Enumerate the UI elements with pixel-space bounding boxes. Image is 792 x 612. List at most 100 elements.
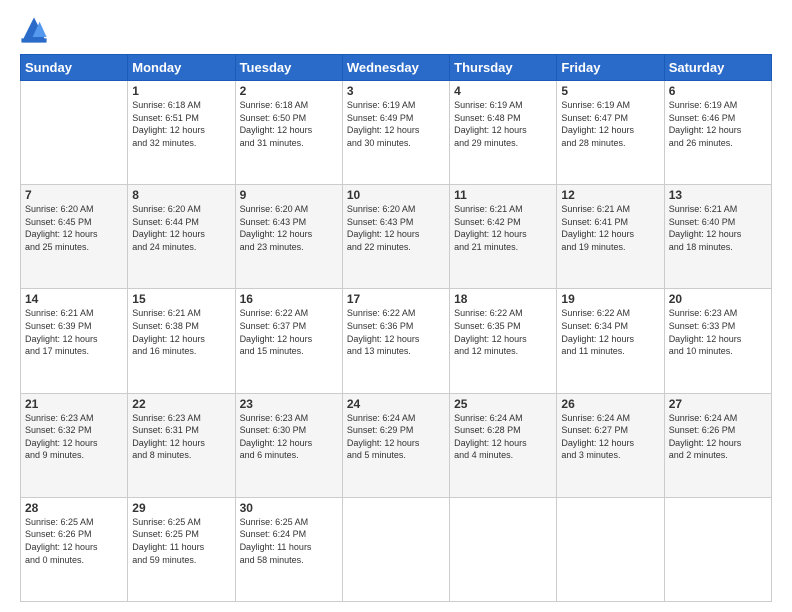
calendar-cell [21,81,128,185]
day-number: 1 [132,84,230,98]
day-info: Sunrise: 6:19 AM Sunset: 6:48 PM Dayligh… [454,99,552,149]
calendar-week-2: 7Sunrise: 6:20 AM Sunset: 6:45 PM Daylig… [21,185,772,289]
calendar-cell: 23Sunrise: 6:23 AM Sunset: 6:30 PM Dayli… [235,393,342,497]
calendar-cell: 21Sunrise: 6:23 AM Sunset: 6:32 PM Dayli… [21,393,128,497]
day-number: 8 [132,188,230,202]
calendar-cell: 12Sunrise: 6:21 AM Sunset: 6:41 PM Dayli… [557,185,664,289]
page: SundayMondayTuesdayWednesdayThursdayFrid… [0,0,792,612]
calendar-cell: 26Sunrise: 6:24 AM Sunset: 6:27 PM Dayli… [557,393,664,497]
calendar-week-1: 1Sunrise: 6:18 AM Sunset: 6:51 PM Daylig… [21,81,772,185]
day-number: 12 [561,188,659,202]
day-info: Sunrise: 6:22 AM Sunset: 6:37 PM Dayligh… [240,307,338,357]
day-info: Sunrise: 6:20 AM Sunset: 6:43 PM Dayligh… [240,203,338,253]
day-number: 23 [240,397,338,411]
day-info: Sunrise: 6:20 AM Sunset: 6:44 PM Dayligh… [132,203,230,253]
calendar-week-4: 21Sunrise: 6:23 AM Sunset: 6:32 PM Dayli… [21,393,772,497]
day-number: 25 [454,397,552,411]
day-info: Sunrise: 6:24 AM Sunset: 6:26 PM Dayligh… [669,412,767,462]
calendar-cell: 1Sunrise: 6:18 AM Sunset: 6:51 PM Daylig… [128,81,235,185]
calendar-cell: 5Sunrise: 6:19 AM Sunset: 6:47 PM Daylig… [557,81,664,185]
calendar-cell: 18Sunrise: 6:22 AM Sunset: 6:35 PM Dayli… [450,289,557,393]
weekday-header-saturday: Saturday [664,55,771,81]
calendar-cell: 15Sunrise: 6:21 AM Sunset: 6:38 PM Dayli… [128,289,235,393]
day-info: Sunrise: 6:22 AM Sunset: 6:36 PM Dayligh… [347,307,445,357]
day-info: Sunrise: 6:23 AM Sunset: 6:31 PM Dayligh… [132,412,230,462]
calendar-cell: 2Sunrise: 6:18 AM Sunset: 6:50 PM Daylig… [235,81,342,185]
calendar-week-3: 14Sunrise: 6:21 AM Sunset: 6:39 PM Dayli… [21,289,772,393]
day-info: Sunrise: 6:24 AM Sunset: 6:27 PM Dayligh… [561,412,659,462]
calendar-cell [664,497,771,601]
day-number: 2 [240,84,338,98]
calendar-cell: 3Sunrise: 6:19 AM Sunset: 6:49 PM Daylig… [342,81,449,185]
day-info: Sunrise: 6:23 AM Sunset: 6:30 PM Dayligh… [240,412,338,462]
day-number: 16 [240,292,338,306]
day-number: 17 [347,292,445,306]
calendar-cell: 25Sunrise: 6:24 AM Sunset: 6:28 PM Dayli… [450,393,557,497]
day-number: 4 [454,84,552,98]
day-info: Sunrise: 6:18 AM Sunset: 6:51 PM Dayligh… [132,99,230,149]
day-number: 10 [347,188,445,202]
day-number: 15 [132,292,230,306]
day-info: Sunrise: 6:21 AM Sunset: 6:40 PM Dayligh… [669,203,767,253]
day-info: Sunrise: 6:23 AM Sunset: 6:32 PM Dayligh… [25,412,123,462]
calendar-cell: 24Sunrise: 6:24 AM Sunset: 6:29 PM Dayli… [342,393,449,497]
day-info: Sunrise: 6:21 AM Sunset: 6:41 PM Dayligh… [561,203,659,253]
calendar-cell: 17Sunrise: 6:22 AM Sunset: 6:36 PM Dayli… [342,289,449,393]
logo-icon [20,16,48,44]
calendar-table: SundayMondayTuesdayWednesdayThursdayFrid… [20,54,772,602]
day-number: 19 [561,292,659,306]
day-number: 14 [25,292,123,306]
day-info: Sunrise: 6:19 AM Sunset: 6:49 PM Dayligh… [347,99,445,149]
calendar-cell: 11Sunrise: 6:21 AM Sunset: 6:42 PM Dayli… [450,185,557,289]
weekday-header-friday: Friday [557,55,664,81]
day-info: Sunrise: 6:25 AM Sunset: 6:24 PM Dayligh… [240,516,338,566]
day-info: Sunrise: 6:21 AM Sunset: 6:38 PM Dayligh… [132,307,230,357]
header [20,16,772,44]
calendar-cell: 4Sunrise: 6:19 AM Sunset: 6:48 PM Daylig… [450,81,557,185]
day-number: 3 [347,84,445,98]
weekday-header-wednesday: Wednesday [342,55,449,81]
calendar-cell: 16Sunrise: 6:22 AM Sunset: 6:37 PM Dayli… [235,289,342,393]
calendar-cell: 7Sunrise: 6:20 AM Sunset: 6:45 PM Daylig… [21,185,128,289]
day-number: 11 [454,188,552,202]
calendar-cell: 10Sunrise: 6:20 AM Sunset: 6:43 PM Dayli… [342,185,449,289]
day-info: Sunrise: 6:20 AM Sunset: 6:43 PM Dayligh… [347,203,445,253]
calendar-week-5: 28Sunrise: 6:25 AM Sunset: 6:26 PM Dayli… [21,497,772,601]
calendar-cell: 20Sunrise: 6:23 AM Sunset: 6:33 PM Dayli… [664,289,771,393]
day-number: 18 [454,292,552,306]
day-number: 26 [561,397,659,411]
day-info: Sunrise: 6:25 AM Sunset: 6:25 PM Dayligh… [132,516,230,566]
day-info: Sunrise: 6:21 AM Sunset: 6:42 PM Dayligh… [454,203,552,253]
day-number: 27 [669,397,767,411]
calendar-cell: 6Sunrise: 6:19 AM Sunset: 6:46 PM Daylig… [664,81,771,185]
day-info: Sunrise: 6:24 AM Sunset: 6:28 PM Dayligh… [454,412,552,462]
day-info: Sunrise: 6:21 AM Sunset: 6:39 PM Dayligh… [25,307,123,357]
day-number: 20 [669,292,767,306]
day-number: 5 [561,84,659,98]
calendar-cell: 14Sunrise: 6:21 AM Sunset: 6:39 PM Dayli… [21,289,128,393]
day-number: 9 [240,188,338,202]
calendar-cell: 13Sunrise: 6:21 AM Sunset: 6:40 PM Dayli… [664,185,771,289]
day-info: Sunrise: 6:19 AM Sunset: 6:47 PM Dayligh… [561,99,659,149]
calendar-cell: 29Sunrise: 6:25 AM Sunset: 6:25 PM Dayli… [128,497,235,601]
day-number: 29 [132,501,230,515]
calendar-cell [342,497,449,601]
weekday-header-tuesday: Tuesday [235,55,342,81]
day-number: 22 [132,397,230,411]
calendar-cell: 27Sunrise: 6:24 AM Sunset: 6:26 PM Dayli… [664,393,771,497]
day-info: Sunrise: 6:23 AM Sunset: 6:33 PM Dayligh… [669,307,767,357]
calendar-cell: 19Sunrise: 6:22 AM Sunset: 6:34 PM Dayli… [557,289,664,393]
day-number: 24 [347,397,445,411]
calendar-cell: 9Sunrise: 6:20 AM Sunset: 6:43 PM Daylig… [235,185,342,289]
calendar-cell: 22Sunrise: 6:23 AM Sunset: 6:31 PM Dayli… [128,393,235,497]
day-number: 28 [25,501,123,515]
day-info: Sunrise: 6:19 AM Sunset: 6:46 PM Dayligh… [669,99,767,149]
day-info: Sunrise: 6:20 AM Sunset: 6:45 PM Dayligh… [25,203,123,253]
weekday-header-monday: Monday [128,55,235,81]
calendar-cell [557,497,664,601]
calendar-cell: 30Sunrise: 6:25 AM Sunset: 6:24 PM Dayli… [235,497,342,601]
logo [20,16,52,44]
day-info: Sunrise: 6:22 AM Sunset: 6:34 PM Dayligh… [561,307,659,357]
day-number: 13 [669,188,767,202]
day-number: 6 [669,84,767,98]
